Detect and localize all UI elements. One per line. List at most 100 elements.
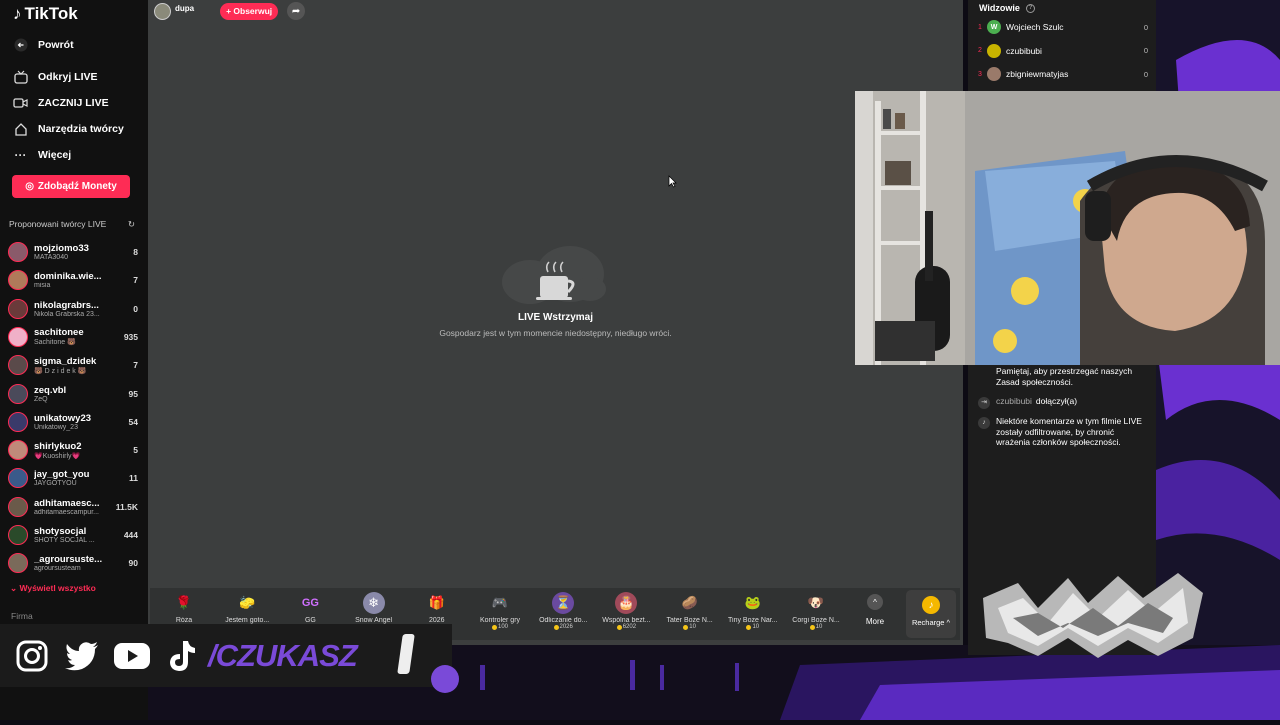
footer-company-link[interactable]: Firma	[11, 611, 33, 621]
viewer-avatar: W	[987, 20, 1001, 34]
gift-icon: 🎁	[428, 595, 445, 610]
suggested-creator-item[interactable]: shirlykuo2 💗Kuoshirly💗 5	[8, 437, 138, 463]
suggested-creator-item[interactable]: dominika.wie... misia 7	[8, 267, 138, 293]
chat-username[interactable]: czubibubi	[996, 396, 1032, 409]
coin-icon	[683, 624, 689, 630]
creator-text: adhitamaesc... adhitamaescampur...	[34, 498, 116, 516]
recharge-button[interactable]: ♪ Recharge ^	[906, 590, 956, 638]
suggested-creator-item[interactable]: jay_got_you JAYGOTYOU 11	[8, 465, 138, 491]
creator-text: shirlykuo2 💗Kuoshirly💗	[34, 441, 133, 460]
gift-item[interactable]: 🎮 Kontroler gry 100	[469, 592, 531, 630]
suggested-creator-item[interactable]: sigma_dzidek 🐻 D z i d e k 🐻 7	[8, 352, 138, 378]
suggested-creator-item[interactable]: zeq.vbl ZeQ 95	[8, 381, 138, 407]
creator-avatar	[8, 355, 28, 376]
gift-price-value: 10	[815, 624, 823, 630]
pause-title: LIVE Wstrzymaj	[517, 312, 594, 323]
suggested-creator-item[interactable]: adhitamaesc... adhitamaescampur... 11.5K	[8, 494, 138, 520]
gift-icon: 🌹	[175, 595, 193, 610]
banner-accent-dot	[431, 665, 459, 693]
gift-item[interactable]: ⏳ Odliczanie do... 2026	[532, 592, 594, 630]
viewer-name: czubibubi	[1006, 45, 1042, 56]
get-coins-button[interactable]: ◎ Zdobądź Monety	[12, 175, 130, 198]
show-all-label: Wyświetl wszystko	[19, 583, 96, 593]
creator-viewer-count: 11.5K	[115, 501, 138, 512]
creator-viewer-count: 54	[128, 416, 138, 427]
creator-text: jay_got_you JAYGOTYOU	[34, 469, 129, 487]
gift-item[interactable]: 🥔 Tater Boże N... 10	[659, 592, 721, 630]
host-name[interactable]: dupa	[175, 4, 194, 13]
creator-name: sachitonee	[34, 327, 84, 339]
gift-item[interactable]: 🎂 Wspólna bezt... 6202	[595, 592, 657, 630]
share-icon[interactable]: ➦	[287, 2, 306, 20]
suggested-creator-item[interactable]: unikatowy23 Unikatowy_23 54	[8, 409, 138, 435]
nav-item-discover-live[interactable]: Odkryj LIVE	[13, 69, 98, 84]
follow-button[interactable]: + Obserwuj	[220, 2, 279, 20]
creator-viewer-count: 444	[123, 530, 138, 540]
gift-item[interactable]: GG GG	[279, 592, 341, 624]
creator-subtitle: JAYGOTYOU	[34, 480, 77, 488]
suggested-creator-item[interactable]: mojziomo33 MATA3040 8	[8, 239, 138, 265]
creator-text: _agroursuste... agroursusteam	[34, 554, 129, 572]
gift-name: Tiny Boże Nar...	[728, 617, 778, 624]
instagram-icon	[14, 638, 50, 674]
gift-item[interactable]: 🌹 Róża	[153, 592, 215, 624]
youtube-icon	[114, 638, 150, 674]
viewer-rank: 2	[978, 47, 982, 54]
creator-text: sachitonee Sachitone 🐻	[34, 327, 124, 346]
creator-viewer-count: 935	[123, 331, 138, 342]
tiktok-logo[interactable]: ♪ TikTok	[13, 4, 78, 24]
twitter-icon	[64, 638, 100, 674]
creator-name: mojziomo33	[34, 243, 89, 254]
creator-text: shotysocjal SHOTY SOCJAL ...	[34, 526, 124, 544]
more-gifts-button[interactable]: ^ More	[850, 594, 900, 626]
nav-item-creator-tools[interactable]: Narzędzia twórcy	[13, 121, 124, 136]
creator-subtitle: Sachitone 🐻	[34, 339, 76, 347]
show-all-link[interactable]: ⌄ Wyświetl wszystko	[10, 583, 96, 594]
help-icon[interactable]: ?	[1025, 3, 1035, 13]
coin-icon	[616, 624, 622, 630]
creator-subtitle: ZeQ	[34, 395, 48, 403]
nav-item-start-live[interactable]: ZACZNIJ LIVE	[13, 95, 109, 110]
creator-subtitle: MATA3040	[34, 254, 68, 261]
back-button[interactable]: Powrót	[13, 37, 74, 52]
gift-icon: 🥔	[681, 595, 698, 610]
creator-name: _agroursuste...	[34, 554, 103, 566]
creator-name: dominika.wie...	[34, 271, 102, 283]
gift-item[interactable]: 🎁 2026	[406, 592, 468, 624]
host-avatar[interactable]	[154, 2, 171, 20]
suggested-creator-item[interactable]: _agroursuste... agroursusteam 90	[8, 550, 138, 576]
viewer-row[interactable]: 1 W Wojciech Szulc 0	[978, 18, 1148, 36]
host-info: dupa + Obserwuj ➦	[154, 2, 306, 20]
gift-item[interactable]: 🐸 Tiny Boże Nar... 10	[722, 592, 784, 630]
gift-name: Róża	[175, 617, 193, 624]
suggested-creators-header: Proponowani twórcy LIVE ↻	[9, 219, 135, 230]
creator-avatar	[8, 326, 28, 347]
coin-icon: ◎	[25, 181, 34, 192]
gift-name: Kontroler gry	[479, 617, 521, 624]
channel-handle: /CZUKASZ	[208, 637, 358, 673]
coffee-cup-illustration	[502, 246, 606, 304]
creator-viewer-count: 0	[133, 303, 138, 314]
suggested-creator-item[interactable]: sachitonee Sachitone 🐻 935	[8, 324, 138, 350]
gift-price: 100	[469, 624, 531, 630]
more-label: More	[865, 617, 885, 626]
mouse-cursor-icon	[668, 175, 677, 188]
suggested-creator-item[interactable]: nikolagrabrs... Nikola Grabrska 23... 0	[8, 296, 138, 322]
gift-item[interactable]: 🧽 Jestem goto...	[216, 592, 278, 624]
viewer-count: 0	[1143, 69, 1148, 79]
suggested-header-label: Proponowani twórcy LIVE	[9, 219, 107, 229]
nav-item-more[interactable]: ··· Więcej	[13, 147, 72, 162]
creator-viewer-count: 7	[133, 275, 138, 286]
suggested-creator-item[interactable]: shotysocjal SHOTY SOCJAL ... 444	[8, 522, 138, 548]
gift-name: Jestem goto...	[225, 617, 270, 624]
viewer-row[interactable]: 2 czubibubi 0	[978, 42, 1148, 60]
viewer-row[interactable]: 3 zbigniewmatyjas 0	[978, 65, 1148, 83]
refresh-icon[interactable]: ↻	[128, 219, 135, 230]
coin-icon	[746, 624, 752, 630]
gift-item[interactable]: 🐶 Corgi Boże N... 10	[785, 592, 847, 630]
creator-viewer-count: 90	[128, 558, 138, 569]
gift-item[interactable]: ❄ Snow Angel	[343, 592, 405, 624]
nav-label: ZACZNIJ LIVE	[38, 96, 109, 109]
social-banner: /CZUKASZ	[0, 624, 459, 693]
chat-message: ⇥ czubibubi dołączył(a)	[978, 396, 1148, 409]
